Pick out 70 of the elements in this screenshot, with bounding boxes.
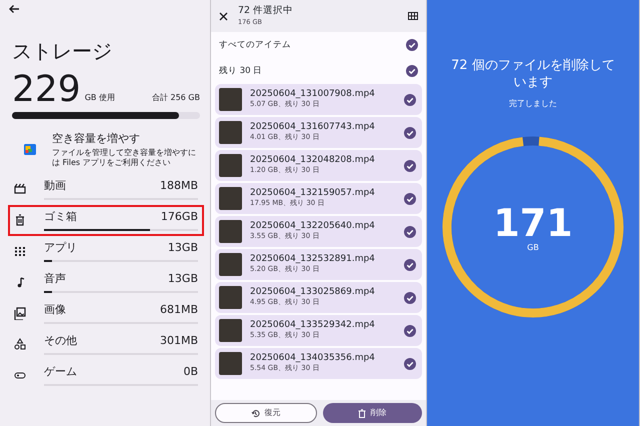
- checked-circle-icon[interactable]: [404, 160, 416, 172]
- freed-unit: GB: [527, 242, 539, 254]
- trash-icon: [14, 214, 26, 226]
- delete-button[interactable]: 削除: [322, 403, 422, 423]
- file-name: 20250604_132205640.mp4: [250, 221, 376, 232]
- category-size: 681MB: [160, 302, 198, 318]
- checked-circle-icon[interactable]: [406, 65, 418, 77]
- trash-icon: [358, 408, 366, 418]
- category-size: 13GB: [168, 270, 198, 287]
- video-thumbnail-placeholder: [219, 253, 242, 276]
- selection-count: 72 件選択中: [238, 4, 294, 18]
- checked-circle-icon[interactable]: [406, 39, 418, 51]
- back-arrow-icon[interactable]: [8, 4, 20, 14]
- clapperboard-icon: [14, 182, 26, 196]
- restore-button[interactable]: 復元: [215, 403, 316, 423]
- group-label: すべてのアイテム: [219, 38, 291, 52]
- video-thumbnail-placeholder: [219, 319, 242, 342]
- video-thumbnail-placeholder: [219, 154, 242, 177]
- total-storage: 合計 256 GB: [152, 92, 200, 104]
- file-name: 20250604_132048208.mp4: [250, 155, 376, 166]
- category-name[interactable]: 音声: [44, 270, 66, 288]
- category-name[interactable]: ゲーム: [44, 364, 77, 380]
- grid-view-icon[interactable]: [408, 12, 418, 20]
- freed-value: 171: [493, 204, 573, 242]
- used-storage-value: 229: [12, 72, 81, 108]
- group-label: 残り 30 日: [219, 64, 262, 78]
- status-text: 完了しました: [509, 98, 557, 110]
- close-icon[interactable]: [219, 12, 228, 20]
- used-storage-unit: GB 使用: [84, 92, 115, 104]
- checked-circle-icon[interactable]: [404, 126, 416, 138]
- category-name[interactable]: その他: [44, 332, 77, 350]
- file-name: 20250604_131007908.mp4: [250, 89, 376, 100]
- checked-circle-icon[interactable]: [404, 192, 416, 204]
- category-size: 0B: [183, 364, 198, 380]
- video-thumbnail-placeholder: [219, 187, 242, 210]
- file-name: 20250604_132532891.mp4: [250, 254, 376, 264]
- video-thumbnail-placeholder: [219, 121, 242, 144]
- image-icon: [14, 306, 26, 320]
- shapes-icon: [14, 338, 26, 350]
- file-name: 20250604_132159057.mp4: [250, 188, 376, 198]
- promo-title: 空き容量を増やす: [52, 131, 141, 147]
- category-name[interactable]: アプリ: [44, 240, 77, 256]
- grid-icon: [14, 244, 26, 258]
- video-thumbnail-placeholder: [219, 286, 242, 309]
- video-thumbnail-placeholder: [219, 220, 242, 243]
- category-name[interactable]: ゴミ箱: [44, 208, 77, 226]
- file-name: 20250604_133529342.mp4: [250, 320, 376, 330]
- checked-circle-icon[interactable]: [404, 358, 416, 370]
- page-title: ストレージ: [12, 38, 113, 65]
- file-name: 20250604_133025869.mp4: [250, 287, 376, 298]
- category-size: 13GB: [168, 240, 198, 256]
- category-name[interactable]: 画像: [44, 302, 66, 318]
- promo-description: ファイルを管理して空き容量を増やすには Files アプリをご利用ください: [52, 148, 197, 168]
- video-thumbnail-placeholder: [219, 352, 242, 375]
- category-size: 188MB: [160, 178, 198, 194]
- promo-card[interactable]: 空き容量を増やす ファイルを管理して空き容量を増やすには Files アプリをご利用ください: [8, 131, 204, 168]
- video-thumbnail-placeholder: [219, 88, 242, 111]
- category-size: 301MB: [160, 332, 198, 349]
- category-size: 176GB: [160, 208, 198, 225]
- checked-circle-icon[interactable]: [404, 324, 416, 336]
- file-name: 20250604_134035356.mp4: [250, 353, 376, 364]
- checked-circle-icon[interactable]: [404, 226, 416, 238]
- category-name[interactable]: 動画: [44, 178, 66, 194]
- folder-icon: [24, 144, 36, 155]
- checked-circle-icon[interactable]: [404, 94, 416, 106]
- checked-circle-icon[interactable]: [404, 292, 416, 304]
- checked-circle-icon[interactable]: [404, 258, 416, 270]
- file-name: 20250604_131607743.mp4: [250, 122, 376, 132]
- history-icon: [251, 408, 260, 418]
- deleting-title: 72 個のファイルを削除しています: [450, 58, 616, 92]
